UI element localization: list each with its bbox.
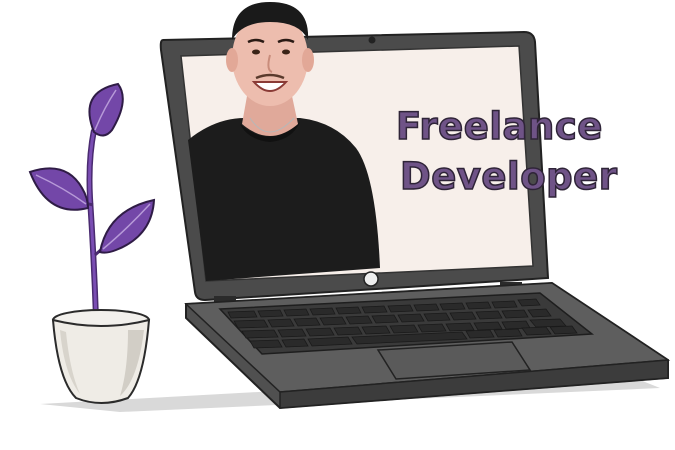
- headline: Freelance Developer: [395, 102, 646, 202]
- plant-leaf: [28, 167, 90, 211]
- hero-illustration: [0, 0, 675, 446]
- laptop-button: [363, 271, 379, 287]
- headline-line-1: Freelance: [395, 104, 603, 149]
- plant-illustration: [28, 82, 156, 404]
- headline-line-2: Developer: [399, 154, 618, 199]
- plant-leaf: [88, 82, 124, 137]
- laptop-camera: [368, 36, 376, 44]
